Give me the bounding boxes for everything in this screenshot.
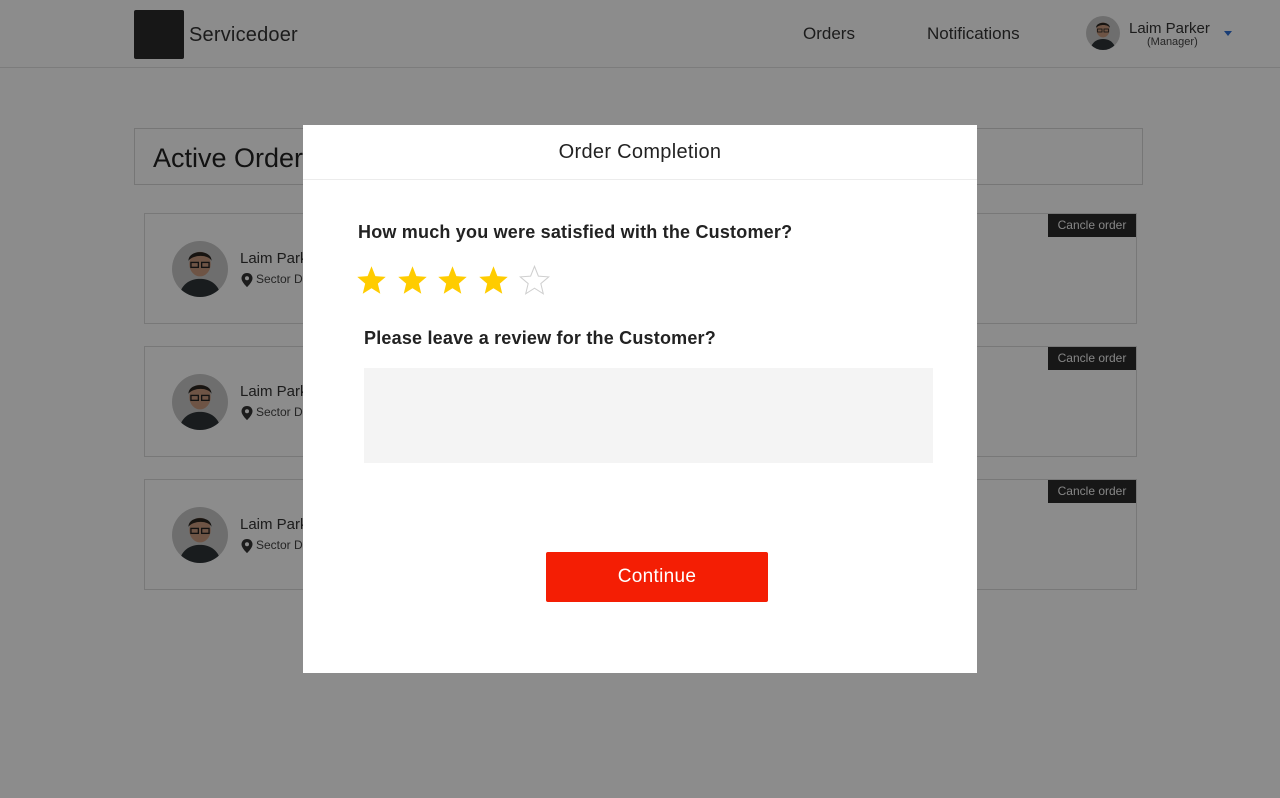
review-textarea[interactable] [364,368,933,463]
modal-header: Order Completion [303,125,977,180]
order-completion-modal: Order Completion How much you were satis… [303,125,977,673]
review-question: Please leave a review for the Customer? [364,328,716,348]
continue-button[interactable]: Continue [546,552,768,602]
star-filled-icon[interactable] [437,265,468,296]
modal-title: Order Completion [558,141,722,163]
star-filled-icon[interactable] [397,265,428,296]
rating-question: How much you were satisfied with the Cus… [358,222,793,242]
star-filled-icon[interactable] [478,265,509,296]
star-filled-icon[interactable] [356,265,387,296]
star-empty-icon[interactable] [518,265,550,296]
